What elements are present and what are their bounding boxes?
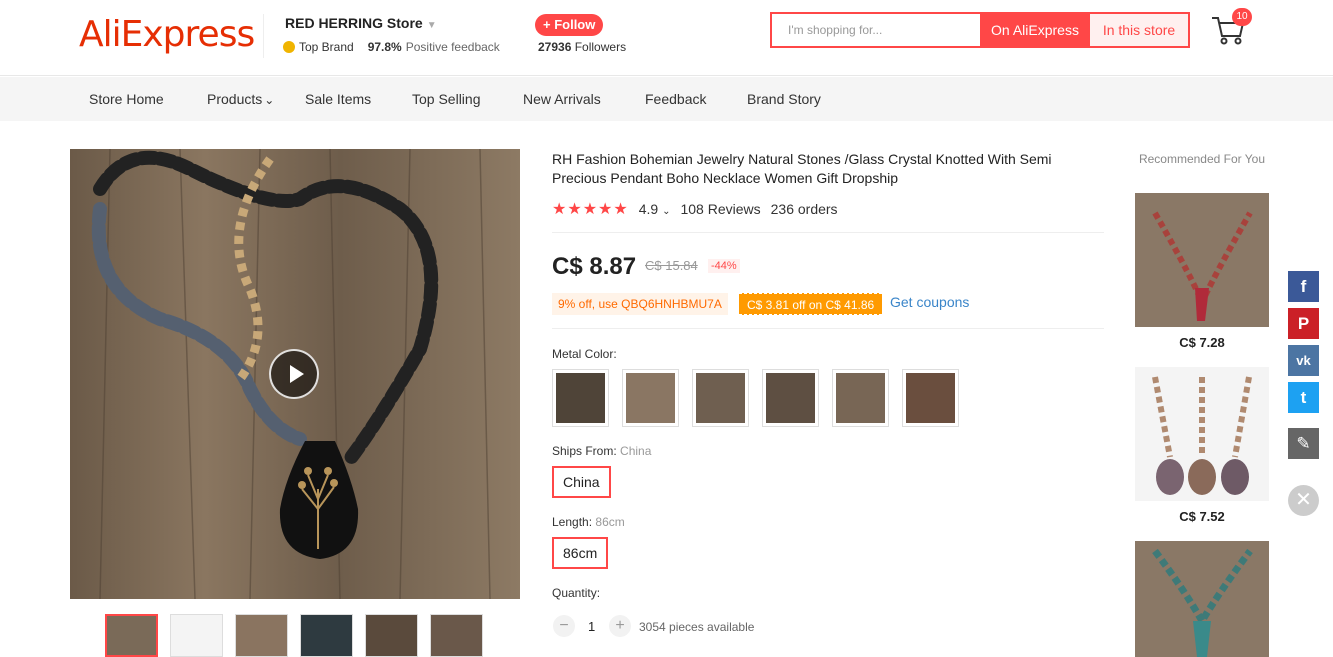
color-swatch[interactable]	[832, 369, 889, 427]
ships-from-option[interactable]: China	[552, 466, 611, 498]
metal-color-label: Metal Color:	[552, 347, 617, 361]
color-swatch[interactable]	[552, 369, 609, 427]
original-price: C$ 15.84	[645, 258, 698, 273]
top-brand-label: Top Brand	[299, 40, 354, 54]
rating-row: ★★★★★ 4.9 ⌄ 108 Reviews 236 orders	[552, 199, 838, 219]
swatch-image	[626, 373, 675, 423]
color-swatch[interactable]	[762, 369, 819, 427]
recommended-item-image[interactable]	[1135, 541, 1269, 657]
swatch-image	[836, 373, 885, 423]
medal-icon	[283, 41, 295, 53]
recommended-item-price: C$ 7.28	[1179, 335, 1225, 350]
coupon-code[interactable]: 9% off, use QBQ6HNHBMU7A	[552, 293, 728, 315]
quantity-label: Quantity:	[552, 586, 601, 600]
reviews-count[interactable]: 108 Reviews	[680, 201, 760, 217]
followers-label: Followers	[574, 40, 627, 54]
product-thumbnail[interactable]	[235, 614, 288, 657]
store-nav: Store Home Products ⌄ Sale Items Top Sell…	[0, 77, 1333, 121]
recommended-item-price: C$ 7.52	[1179, 509, 1225, 524]
swatch-image	[556, 373, 605, 423]
ships-from-value: China	[620, 444, 652, 458]
length-label: Length: 86cm	[552, 515, 625, 529]
positive-feedback-label: Positive feedback	[405, 40, 500, 54]
store-name[interactable]: RED HERRING Store ▼	[285, 15, 437, 31]
video-play-button[interactable]	[269, 349, 319, 399]
quantity-decrease-button[interactable]: −	[553, 615, 575, 637]
product-title: RH Fashion Bohemian Jewelry Natural Ston…	[552, 151, 1052, 186]
nav-top-selling[interactable]: Top Selling	[412, 91, 481, 107]
length-value: 86cm	[595, 515, 625, 529]
search-bar: I'm shopping for... On AliExpress In thi…	[770, 12, 1190, 48]
chevron-down-icon[interactable]: ▼	[427, 20, 437, 31]
store-meta: Top Brand 97.8% Positive feedback	[283, 40, 500, 54]
swatch-image	[906, 373, 955, 423]
discount-badge: -44%	[708, 259, 740, 273]
quantity-available: 3054 pieces available	[639, 620, 755, 634]
rating-value[interactable]: 4.9 ⌄	[639, 201, 671, 217]
recommended-photo	[1135, 367, 1269, 501]
search-input[interactable]: I'm shopping for...	[772, 14, 980, 46]
divider	[552, 328, 1104, 329]
followers-number: 27936	[538, 40, 572, 54]
vk-share-icon[interactable]: vk	[1288, 345, 1319, 376]
search-store-button[interactable]: In this store	[1090, 14, 1188, 46]
store-name-text[interactable]: RED HERRING Store	[285, 15, 423, 31]
search-aliexpress-button[interactable]: On AliExpress	[980, 14, 1090, 46]
swatch-image	[766, 373, 815, 423]
aliexpress-logo[interactable]: AliExpress	[79, 14, 255, 55]
rating-number[interactable]: 4.9	[639, 201, 658, 217]
ships-from-label: Ships From: China	[552, 444, 651, 458]
color-swatch[interactable]	[622, 369, 679, 427]
close-icon[interactable]: ✕	[1288, 485, 1319, 516]
swatch-image	[696, 373, 745, 423]
chevron-down-icon[interactable]: ⌄	[662, 206, 670, 217]
current-price: C$ 8.87	[552, 253, 637, 280]
get-coupons-link[interactable]: Get coupons	[890, 294, 969, 310]
product-thumbnail[interactable]	[170, 614, 223, 657]
nav-new-arrivals[interactable]: New Arrivals	[523, 91, 601, 107]
recommended-title: Recommended For You	[1138, 152, 1266, 166]
nav-sale-items[interactable]: Sale Items	[305, 91, 371, 107]
facebook-share-icon[interactable]: f	[1288, 271, 1319, 302]
nav-feedback[interactable]: Feedback	[645, 91, 706, 107]
followers-count: 27936 Followers	[538, 40, 626, 54]
recommended-photo	[1135, 541, 1269, 657]
edit-icon[interactable]: ✎	[1288, 428, 1319, 459]
product-thumbnail[interactable]	[105, 614, 158, 657]
quantity-input[interactable]: 1	[588, 619, 595, 634]
product-thumbnail[interactable]	[300, 614, 353, 657]
nav-products-label[interactable]: Products	[207, 91, 262, 107]
store-header: AliExpress RED HERRING Store ▼ Top Brand …	[0, 0, 1333, 76]
nav-products[interactable]: Products ⌄	[207, 91, 274, 107]
nav-store-home[interactable]: Store Home	[89, 91, 164, 107]
orders-count: 236 orders	[770, 201, 838, 217]
color-swatch[interactable]	[902, 369, 959, 427]
color-swatch[interactable]	[692, 369, 749, 427]
nav-brand-story[interactable]: Brand Story	[747, 91, 821, 107]
product-thumbnail[interactable]	[365, 614, 418, 657]
header-divider	[263, 14, 264, 58]
ships-from-label-text: Ships From:	[552, 444, 617, 458]
positive-feedback-pct: 97.8%	[367, 40, 402, 54]
recommended-item-image[interactable]	[1135, 367, 1269, 501]
divider	[552, 232, 1104, 233]
star-rating-icon: ★★★★★	[552, 201, 629, 218]
recommended-photo	[1135, 193, 1269, 327]
length-option[interactable]: 86cm	[552, 537, 609, 569]
quantity-increase-button[interactable]: +	[609, 615, 631, 637]
twitter-share-icon[interactable]: t	[1288, 382, 1319, 413]
chevron-down-icon[interactable]: ⌄	[264, 93, 274, 107]
store-coupon[interactable]: C$ 3.81 off on C$ 41.86	[739, 293, 883, 315]
pinterest-share-icon[interactable]: P	[1288, 308, 1319, 339]
product-thumbnail[interactable]	[430, 614, 483, 657]
cart-count-badge: 10	[1232, 8, 1252, 26]
recommended-item-image[interactable]	[1135, 193, 1269, 327]
follow-button[interactable]: + Follow	[535, 14, 604, 36]
length-label-text: Length:	[552, 515, 593, 529]
